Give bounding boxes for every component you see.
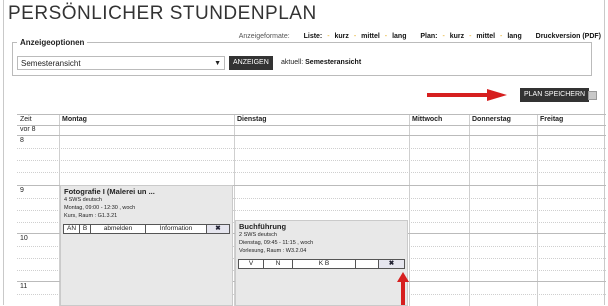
course-time: Dienstag, 09:45 - 11:15 , woch bbox=[239, 240, 314, 246]
header-freitag: Freitag bbox=[540, 116, 564, 123]
view-select-value: Semesteransicht bbox=[21, 59, 81, 68]
arrow-up-icon bbox=[397, 272, 409, 305]
print-icon[interactable] bbox=[588, 91, 597, 100]
header-montag: Montag bbox=[62, 116, 87, 123]
course-actions: V N K B ✖ bbox=[238, 259, 405, 269]
course-block-buchfuehrung[interactable]: Buchführung 2 SWS deutsch Dienstag, 09:4… bbox=[235, 220, 408, 306]
show-button[interactable]: ANZEIGEN bbox=[229, 56, 273, 70]
arrow-right-icon bbox=[427, 89, 507, 101]
view-select[interactable]: Semesteransicht ▼ bbox=[17, 56, 225, 70]
current-view: aktuell: Semesteransicht bbox=[281, 56, 361, 70]
page-title: PERSÖNLICHER STUNDENPLAN bbox=[8, 3, 317, 24]
display-options: Anzeigeoptionen Semesteransicht ▼ ANZEIG… bbox=[12, 38, 592, 76]
hour-label: 11 bbox=[20, 283, 28, 290]
hour-label: 10 bbox=[20, 235, 28, 242]
hour-label: 9 bbox=[20, 187, 24, 194]
an-button[interactable]: AN bbox=[64, 225, 80, 233]
empty-action bbox=[356, 260, 379, 268]
b-button[interactable]: B bbox=[80, 225, 91, 233]
information-button[interactable]: Information bbox=[146, 225, 207, 233]
timetable: Zeit Montag Dienstag Mittwoch Donnerstag… bbox=[17, 114, 606, 306]
current-value: Semesteransicht bbox=[305, 59, 362, 66]
options-legend: Anzeigeoptionen bbox=[20, 38, 85, 47]
current-label: aktuell: bbox=[281, 59, 304, 66]
dropdown-arrow-icon: ▼ bbox=[214, 60, 221, 67]
course-room: Vorlesung, Raum : W3.2.04 bbox=[239, 248, 307, 254]
hour-label: 8 bbox=[20, 137, 24, 144]
hour-label: vor 8 bbox=[20, 126, 36, 133]
remove-icon[interactable]: ✖ bbox=[379, 260, 404, 268]
course-sws: 2 SWS deutsch bbox=[239, 232, 277, 238]
course-actions: AN B abmelden Information ✖ bbox=[63, 224, 230, 234]
save-row: PLAN SPEICHERN bbox=[3, 82, 605, 108]
v-button[interactable]: V bbox=[239, 260, 264, 268]
course-sws: 4 SWS deutsch bbox=[64, 197, 102, 203]
kb-button[interactable]: K B bbox=[293, 260, 356, 268]
course-time: Montag, 09:00 - 12:30 , woch bbox=[64, 205, 136, 211]
header-dienstag: Dienstag bbox=[237, 116, 267, 123]
unregister-button[interactable]: abmelden bbox=[91, 225, 146, 233]
course-title: Buchführung bbox=[239, 222, 287, 231]
course-block-fotografie[interactable]: Fotografie I (Malerei un ... 4 SWS deuts… bbox=[60, 185, 233, 306]
header-zeit: Zeit bbox=[20, 116, 32, 123]
n-button[interactable]: N bbox=[264, 260, 293, 268]
course-room: Kurs, Raum : G1.3.21 bbox=[64, 213, 118, 219]
header-donnerstag: Donnerstag bbox=[472, 116, 511, 123]
header-mittwoch: Mittwoch bbox=[412, 116, 443, 123]
save-plan-button[interactable]: PLAN SPEICHERN bbox=[520, 88, 590, 102]
course-title: Fotografie I (Malerei un ... bbox=[64, 187, 155, 196]
remove-icon[interactable]: ✖ bbox=[207, 225, 229, 233]
